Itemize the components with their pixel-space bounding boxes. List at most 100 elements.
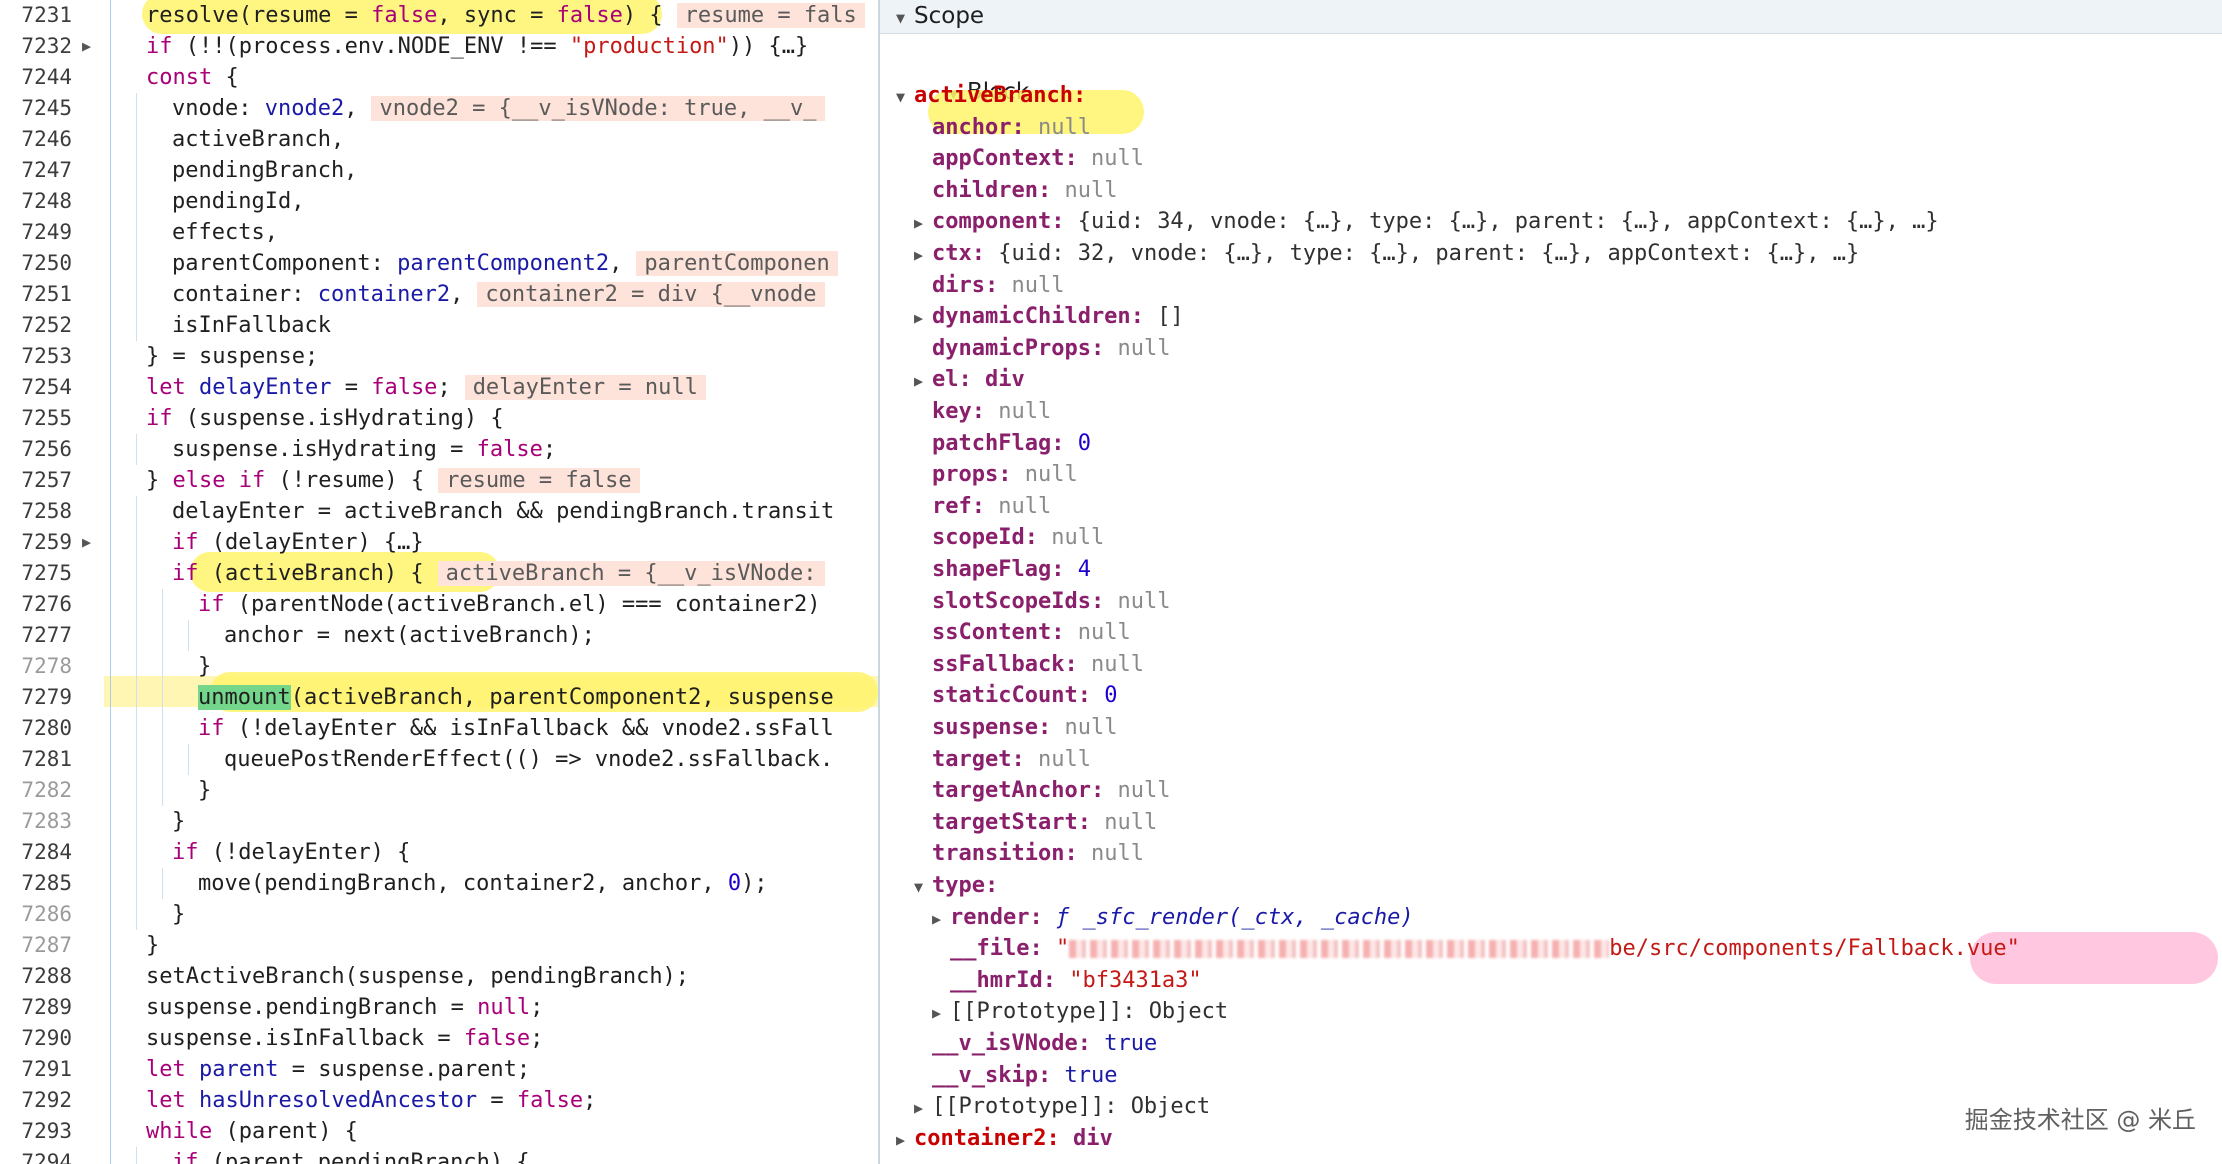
fold-triangle-icon[interactable]: ▶ <box>82 527 98 558</box>
code-line[interactable]: 7254 let delayEnter = false; delayEnter = … <box>0 372 878 403</box>
inline-value-badge[interactable]: delayEnter = null <box>464 375 706 400</box>
scope-row-prototype[interactable]: ▶ [[Prototype]]: Object <box>914 1091 1210 1123</box>
code-line[interactable]: 7283} <box>0 806 878 837</box>
code-line[interactable]: 7294 if (parent.pendingBranch) { <box>0 1147 878 1164</box>
code-line[interactable]: 7253} = suspense; <box>0 341 878 372</box>
line-number[interactable]: 7244 <box>0 62 72 93</box>
code-line[interactable]: 7291 let parent = suspense.parent; <box>0 1054 878 1085</box>
scope-row-dynamicprops[interactable]: dynamicProps: null <box>914 333 1170 365</box>
scope-row-suspense[interactable]: suspense: null <box>914 712 1117 744</box>
line-number[interactable]: 7232 <box>0 31 72 62</box>
scope-row-activebranch[interactable]: ▼ activeBranch: <box>896 80 1099 112</box>
scope-row-targetstart[interactable]: targetStart: null <box>914 807 1157 839</box>
line-number[interactable]: 7250 <box>0 248 72 279</box>
scope-row-props[interactable]: props: null <box>914 459 1078 491</box>
code-line[interactable]: 7257} else if (!resume) {resume = false <box>0 465 878 496</box>
code-line[interactable]: 7276 if (parentNode(activeBranch.el) === … <box>0 589 878 620</box>
code-line[interactable]: 7286} <box>0 899 878 930</box>
scope-row-component[interactable]: ▶ component: {uid: 34, vnode: {…}, type: … <box>914 206 1939 238</box>
code-line[interactable]: 7289 suspense.pendingBranch = null; <box>0 992 878 1023</box>
scope-row-transition[interactable]: transition: null <box>914 838 1144 870</box>
scope-row-container2[interactable]: ▶ container2: div <box>896 1123 1113 1155</box>
line-number[interactable]: 7294 <box>0 1147 72 1164</box>
scope-row-file[interactable]: __file: " be/src/components/Fallback.vue" <box>932 933 2020 965</box>
collapse-triangle-icon[interactable]: ▶ <box>914 239 932 271</box>
line-number[interactable]: 7251 <box>0 279 72 310</box>
code-line[interactable]: 7292 let hasUnresolvedAncestor = false; <box>0 1085 878 1116</box>
inline-value-badge[interactable]: vnode2 = {__v_isVNode: true, __v_ <box>371 96 825 121</box>
code-line[interactable]: 7290 suspense.isInFallback = false; <box>0 1023 878 1054</box>
scope-header-row[interactable]: ▼ Scope <box>896 0 984 32</box>
code-line[interactable]: 7288 setActiveBranch(suspense, pendingBra… <box>0 961 878 992</box>
line-number[interactable]: 7231 <box>0 0 72 31</box>
scope-row-shapeflag[interactable]: shapeFlag: 4 <box>914 554 1091 586</box>
line-number[interactable]: 7280 <box>0 713 72 744</box>
scope-row-dynamicchildren[interactable]: ▶ dynamicChildren: [] <box>914 301 1184 333</box>
scope-row-hmrid[interactable]: __hmrId: "bf3431a3" <box>932 965 1202 997</box>
line-number[interactable]: 7278 <box>0 651 72 682</box>
line-number[interactable]: 7257 <box>0 465 72 496</box>
line-number[interactable]: 7247 <box>0 155 72 186</box>
code-line[interactable]: 7282} <box>0 775 878 806</box>
inline-value-badge[interactable]: resume = false <box>438 468 640 493</box>
code-line[interactable]: 7293 while (parent) { <box>0 1116 878 1147</box>
line-number[interactable]: 7245 <box>0 93 72 124</box>
line-number[interactable]: 7258 <box>0 496 72 527</box>
scope-row-dirs[interactable]: dirs: null <box>914 270 1064 302</box>
line-number[interactable]: 7291 <box>0 1054 72 1085</box>
code-line[interactable]: 7251 container: container2, container2 = d… <box>0 279 878 310</box>
code-line[interactable]: 7255 if (suspense.isHydrating) { <box>0 403 878 434</box>
line-number[interactable]: 7275 <box>0 558 72 589</box>
line-number[interactable]: 7284 <box>0 837 72 868</box>
scope-row-slotscopeids[interactable]: slotScopeIds: null <box>914 586 1170 618</box>
scope-row-children[interactable]: children: null <box>914 175 1117 207</box>
code-line[interactable]: 7247 pendingBranch, <box>0 155 878 186</box>
line-number[interactable]: 7279 <box>0 682 72 713</box>
expand-triangle-icon[interactable]: ▼ <box>896 81 914 113</box>
source-code-panel[interactable]: 7231 resolve(resume = false, sync = false… <box>0 0 878 1164</box>
collapse-triangle-icon[interactable]: ▶ <box>932 903 950 935</box>
line-number[interactable]: 7252 <box>0 310 72 341</box>
code-line[interactable]: 7280 if (!delayEnter && isInFallback && v… <box>0 713 878 744</box>
scope-row-appcontext[interactable]: appContext: null <box>914 143 1144 175</box>
code-line[interactable]: 7249 effects, <box>0 217 878 248</box>
line-number[interactable]: 7285 <box>0 868 72 899</box>
line-number[interactable]: 7246 <box>0 124 72 155</box>
scope-block-row[interactable]: ▼Block <box>896 44 1029 105</box>
fold-triangle-icon[interactable]: ▶ <box>82 31 98 62</box>
line-number[interactable]: 7282 <box>0 775 72 806</box>
scope-row-sscontent[interactable]: ssContent: null <box>914 617 1131 649</box>
code-line[interactable]: 7287} <box>0 930 878 961</box>
scope-row-type[interactable]: ▼ type: <box>914 870 1011 902</box>
code-line[interactable]: 7277 anchor = next(activeBranch); <box>0 620 878 651</box>
code-line[interactable]: 7258 delayEnter = activeBranch && pending… <box>0 496 878 527</box>
line-number[interactable]: 7283 <box>0 806 72 837</box>
code-line[interactable]: 7278} <box>0 651 878 682</box>
line-number[interactable]: 7256 <box>0 434 72 465</box>
scope-row-ssfallback[interactable]: ssFallback: null <box>914 649 1144 681</box>
code-line[interactable]: 7231 resolve(resume = false, sync = false… <box>0 0 878 31</box>
line-number[interactable]: 7288 <box>0 961 72 992</box>
code-line[interactable]: 7252 isInFallback <box>0 310 878 341</box>
line-number[interactable]: 7287 <box>0 930 72 961</box>
line-number[interactable]: 7281 <box>0 744 72 775</box>
code-line[interactable]: 7279 unmount(activeBranch, parentComponen… <box>0 682 878 713</box>
scope-row-ref[interactable]: ref: null <box>914 491 1051 523</box>
scope-row-ctx[interactable]: ▶ ctx: {uid: 32, vnode: {…}, type: {…}, p… <box>914 238 1859 270</box>
scope-row-patchflag[interactable]: patchFlag: 0 <box>914 428 1091 460</box>
collapse-triangle-icon[interactable]: ▶ <box>914 365 932 397</box>
scope-row-staticcount[interactable]: staticCount: 0 <box>914 680 1117 712</box>
code-line[interactable]: 7259 ▶ if (delayEnter) {…} <box>0 527 878 558</box>
code-line[interactable]: 7281 queuePostRenderEffect(() => vnode2.s… <box>0 744 878 775</box>
inline-value-badge[interactable]: container2 = div {__vnode <box>477 282 825 307</box>
scope-row-render[interactable]: ▶ render: ƒ _sfc_render(_ctx, _cache) <box>932 902 1414 934</box>
collapse-triangle-icon[interactable]: ▶ <box>932 997 950 1029</box>
scope-row-target[interactable]: target: null <box>914 744 1091 776</box>
scope-row-key[interactable]: key: null <box>914 396 1051 428</box>
scope-row-prototype[interactable]: ▶ [[Prototype]]: Object <box>932 996 1228 1028</box>
scope-row-v-skip[interactable]: __v_skip: true <box>914 1060 1117 1092</box>
inline-value-badge[interactable]: resume = fals <box>676 3 865 28</box>
collapse-triangle-icon[interactable]: ▶ <box>914 207 932 239</box>
code-line[interactable]: 7232 ▶ if (!!(process.env.NODE_ENV !== "pr… <box>0 31 878 62</box>
line-number[interactable]: 7249 <box>0 217 72 248</box>
